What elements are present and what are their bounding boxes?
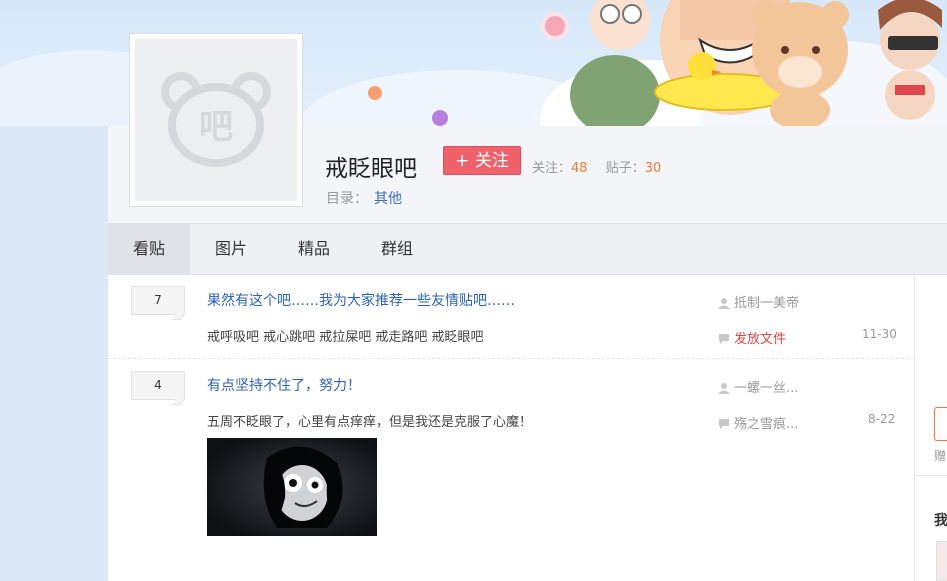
comment-icon	[719, 419, 729, 429]
thread-last-reply[interactable]: 发放文件	[718, 328, 786, 347]
catalog-label: 目录：	[326, 191, 368, 207]
follow-count: 48	[571, 161, 588, 176]
post-count: 30	[644, 161, 662, 176]
user-icon	[718, 298, 730, 309]
author-name: 抵制一美帝	[734, 296, 800, 311]
right-sidebar: 赠 我	[914, 275, 947, 581]
thread-last-reply[interactable]: 殇之雪痕...	[718, 413, 798, 432]
sidebar-heading-partial: 我	[934, 513, 947, 529]
thread-author[interactable]: 抵制一美帝	[718, 292, 799, 311]
follow-count-label: 关注：	[532, 161, 572, 176]
forum-stats: 关注：48 贴子：30	[532, 157, 661, 176]
forum-catalog: 目录： 其他	[326, 188, 402, 208]
sidebar-avatar-partial[interactable]	[936, 541, 947, 581]
last-reply-name: 发放文件	[734, 332, 787, 347]
tab-pictures[interactable]: 图片	[190, 224, 272, 274]
reply-count-badge: 7	[131, 286, 185, 315]
thread-title[interactable]: 有点坚持不住了，努力！	[207, 375, 361, 395]
tab-posts[interactable]: 看贴	[108, 224, 190, 274]
comment-icon	[719, 334, 729, 344]
tab-featured[interactable]: 精品	[273, 224, 355, 274]
forum-avatar[interactable]: 吧	[129, 33, 303, 207]
reply-count-badge: 4	[131, 371, 185, 400]
bear-logo-icon: 吧	[161, 72, 271, 167]
thread-divider	[108, 358, 914, 359]
thread-title[interactable]: 果然有这个吧……我为大家推荐一些友情贴吧……	[207, 290, 515, 310]
thread-abstract: 五周不眨眼了，心里有点痒痒，但是我还是克服了心魔！	[207, 415, 533, 430]
decor-ball-icon	[368, 86, 382, 100]
thread-date: 11-30	[862, 327, 897, 341]
sidebar-button-partial[interactable]	[934, 407, 947, 441]
tab-groups[interactable]: 群组	[356, 224, 438, 274]
last-reply-name: 殇之雪痕...	[734, 417, 799, 432]
thread-abstract: 戒呼吸吧 戒心跳吧 戒拉屎吧 戒走路吧 戒眨眼吧	[207, 330, 484, 345]
thread-image-thumbnail[interactable]	[207, 438, 377, 536]
follow-button[interactable]: + 关注	[443, 146, 521, 175]
user-icon	[718, 383, 730, 394]
author-name: 一螺一丝...	[734, 381, 799, 396]
post-count-label: 贴子：	[605, 161, 645, 176]
sidebar-text-partial: 赠	[934, 449, 947, 463]
forum-title: 戒眨眼吧	[325, 156, 417, 182]
thread-date: 8-22	[868, 412, 896, 426]
catalog-link[interactable]: 其他	[374, 191, 402, 207]
cartoon-characters-illustration	[570, 0, 942, 126]
decor-ball-icon	[432, 110, 448, 126]
thread-author[interactable]: 一螺一丝...	[718, 377, 798, 396]
forum-tabs: 看贴 图片 精品 群组	[108, 224, 947, 275]
avatar-glyph: 吧	[199, 107, 233, 147]
